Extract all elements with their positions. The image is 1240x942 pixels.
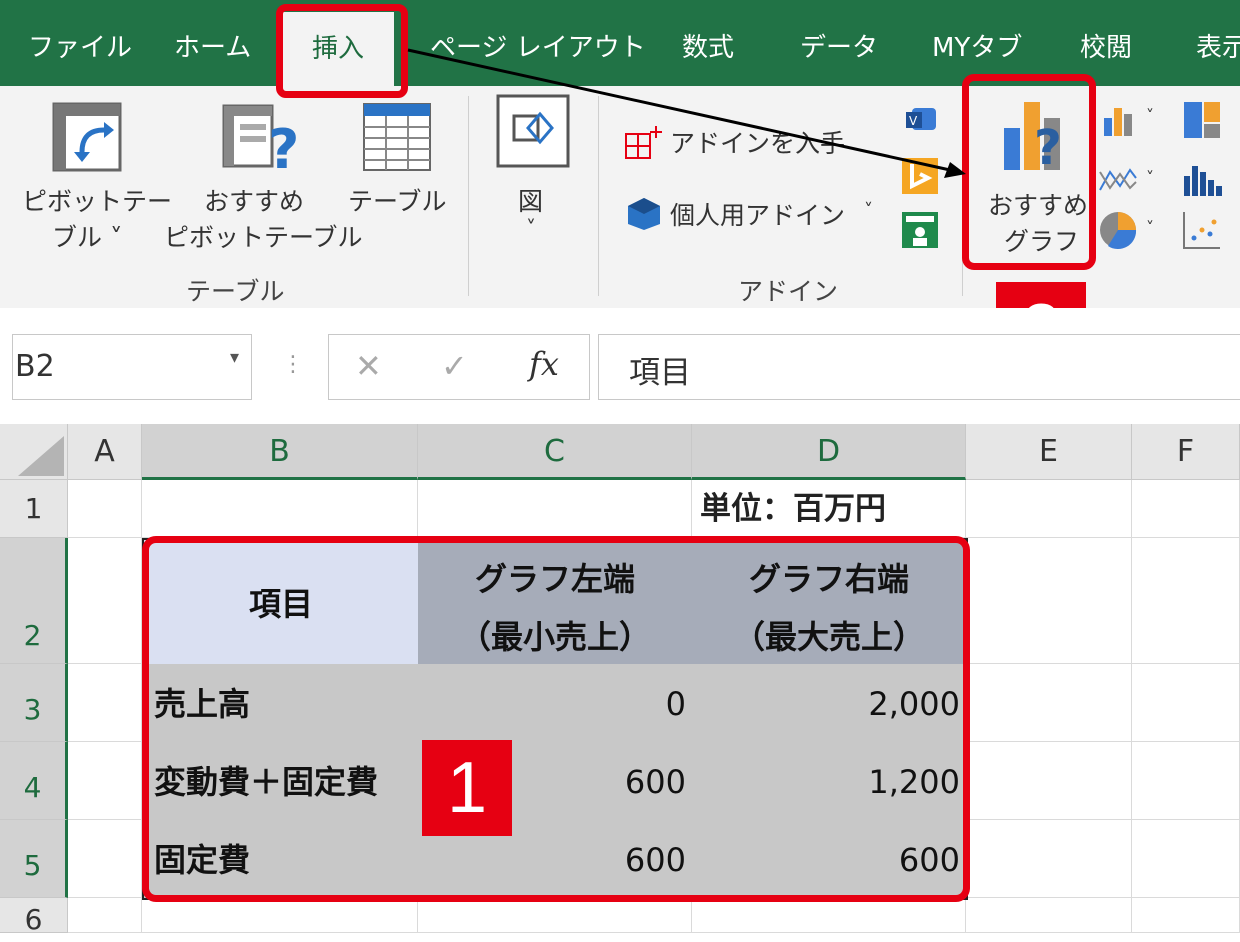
cell-a2[interactable] bbox=[68, 538, 142, 664]
cell-c1[interactable] bbox=[418, 480, 692, 538]
cell-b2-item-header[interactable]: 項目 bbox=[142, 538, 420, 666]
cell-a3[interactable] bbox=[68, 664, 142, 742]
cell-f1[interactable] bbox=[1132, 480, 1240, 538]
column-header-e[interactable]: E bbox=[966, 424, 1132, 480]
cell-c2-left-header[interactable]: グラフ左端 （最小売上） bbox=[418, 538, 694, 666]
row-header-4[interactable]: 4 bbox=[0, 742, 68, 820]
cell-e1[interactable] bbox=[966, 480, 1132, 538]
cell-a4[interactable] bbox=[68, 742, 142, 820]
row-header-3[interactable]: 3 bbox=[0, 664, 68, 742]
column-header-f[interactable]: F bbox=[1132, 424, 1240, 480]
cell-d4[interactable]: 1,200 bbox=[692, 742, 968, 822]
cell-f4[interactable] bbox=[1132, 742, 1240, 820]
name-box-dropdown-icon[interactable]: ▾ bbox=[230, 347, 239, 368]
cell-d1[interactable]: 単位：百万円 bbox=[692, 480, 966, 538]
cell-a5[interactable] bbox=[68, 820, 142, 898]
select-all-corner[interactable] bbox=[0, 424, 68, 480]
right-header-line-2: （最大売上） bbox=[732, 618, 925, 656]
vertical-dots-icon: ⋮ bbox=[282, 352, 304, 377]
callout-1: 1 bbox=[422, 740, 512, 836]
column-header-c[interactable]: C bbox=[418, 424, 692, 480]
row-header-6[interactable]: 6 bbox=[0, 898, 68, 936]
formula-buttons: ✕ ✓ fx bbox=[328, 334, 590, 400]
cell-e3[interactable] bbox=[966, 664, 1132, 742]
formula-input-value: 項目 bbox=[629, 355, 691, 391]
cell-b3[interactable]: 売上高 bbox=[142, 664, 420, 744]
insert-function-icon[interactable]: fx bbox=[529, 345, 559, 383]
worksheet-grid: A B C D E F 1 2 3 4 5 6 単位：百万円 項目 グラフ左端 … bbox=[0, 424, 1240, 936]
column-header-d[interactable]: D bbox=[692, 424, 966, 480]
cell-d2-right-header[interactable]: グラフ右端 （最大売上） bbox=[692, 538, 968, 666]
column-header-b[interactable]: B bbox=[142, 424, 418, 480]
cell-b5[interactable]: 固定費 bbox=[142, 820, 420, 900]
cell-d3[interactable]: 2,000 bbox=[692, 664, 968, 744]
cell-f5[interactable] bbox=[1132, 820, 1240, 898]
cell-f2[interactable] bbox=[1132, 538, 1240, 664]
cancel-icon[interactable]: ✕ bbox=[355, 347, 382, 385]
cell-b4[interactable]: 変動費＋固定費 bbox=[142, 742, 420, 822]
cell-c3[interactable]: 0 bbox=[418, 664, 694, 744]
cell-e2[interactable] bbox=[966, 538, 1132, 664]
select-all-triangle-icon bbox=[18, 436, 64, 476]
cell-a1[interactable] bbox=[68, 480, 142, 538]
right-header-line-1: グラフ右端 bbox=[748, 560, 909, 598]
cell-f6[interactable] bbox=[1132, 898, 1240, 933]
row-header-2[interactable]: 2 bbox=[0, 538, 68, 664]
cell-a6[interactable] bbox=[68, 898, 142, 933]
name-box-value: B2 bbox=[15, 349, 55, 384]
enter-icon[interactable]: ✓ bbox=[441, 347, 468, 385]
cell-d5[interactable]: 600 bbox=[692, 820, 968, 900]
row-header-5[interactable]: 5 bbox=[0, 820, 68, 898]
cell-d6[interactable] bbox=[692, 898, 966, 933]
row-header-1[interactable]: 1 bbox=[0, 480, 68, 538]
cell-e5[interactable] bbox=[966, 820, 1132, 898]
name-box[interactable]: B2 ▾ bbox=[12, 334, 252, 400]
left-header-line-2: （最小売上） bbox=[458, 618, 651, 656]
cell-b6[interactable] bbox=[142, 898, 418, 933]
cell-b1[interactable] bbox=[142, 480, 418, 538]
column-header-a[interactable]: A bbox=[68, 424, 142, 480]
formula-bar: B2 ▾ ⋮ ✕ ✓ fx 項目 bbox=[0, 308, 1240, 424]
cell-f3[interactable] bbox=[1132, 664, 1240, 742]
cell-c6[interactable] bbox=[418, 898, 692, 933]
left-header-line-1: グラフ左端 bbox=[474, 560, 635, 598]
cell-e6[interactable] bbox=[966, 898, 1132, 933]
cell-e4[interactable] bbox=[966, 742, 1132, 820]
formula-input[interactable]: 項目 bbox=[598, 334, 1240, 400]
